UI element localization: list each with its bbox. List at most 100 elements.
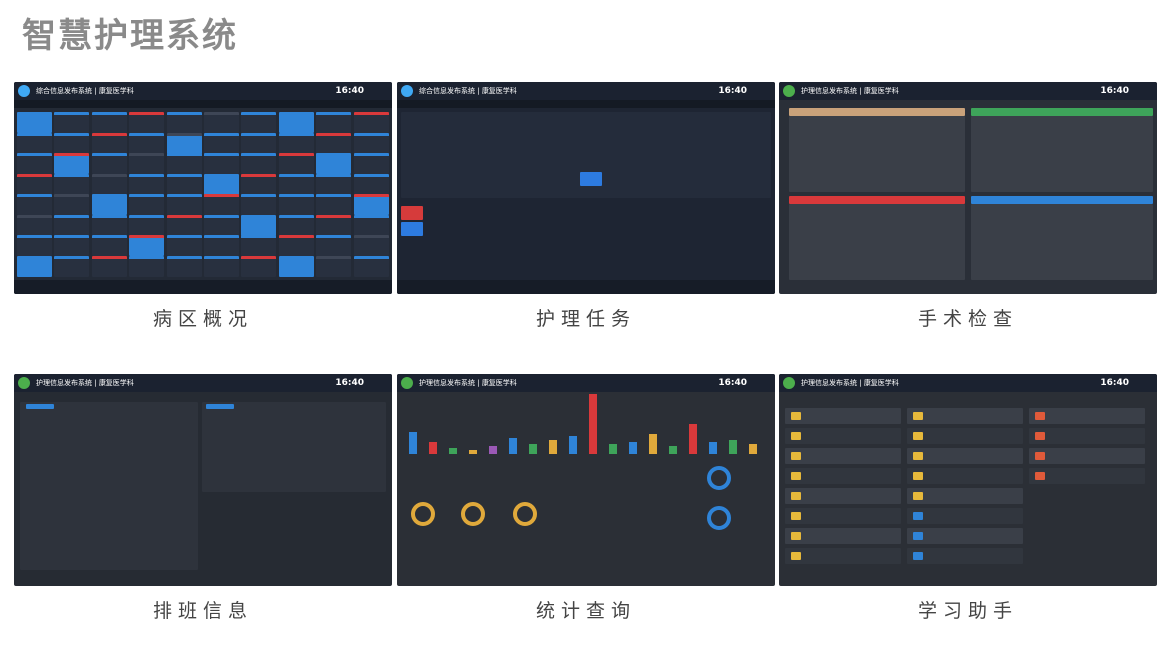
bed-card — [166, 173, 202, 195]
folder-icon — [1035, 472, 1045, 480]
bed-card — [204, 112, 239, 133]
bed-card — [17, 153, 52, 174]
stat-bar — [429, 442, 437, 454]
bed-card — [54, 194, 90, 215]
file-row — [1029, 468, 1145, 484]
app-logo-icon — [18, 85, 30, 97]
folder-icon — [913, 412, 923, 420]
file-row — [907, 528, 1023, 544]
screenshot-card-surgery-exam[interactable]: 护理信息发布系统 | 康复医学科 16:40 手术检查 — [779, 82, 1157, 330]
bed-card — [166, 132, 202, 154]
bed-card — [91, 235, 127, 256]
bed-card — [54, 214, 90, 236]
card-caption: 排班信息 — [152, 600, 253, 622]
bed-card — [241, 214, 277, 236]
folder-icon — [791, 412, 801, 420]
app-logo-icon — [401, 85, 413, 97]
screen-header: 护理信息发布系统 | 康复医学科 16:40 — [397, 374, 775, 392]
panel-header-green — [971, 108, 1153, 116]
card-caption: 手术检查 — [917, 308, 1018, 330]
bed-card — [278, 255, 314, 277]
task-highlight — [401, 206, 423, 220]
folder-icon — [791, 492, 801, 500]
bed-card — [129, 194, 165, 215]
panel-header-blue — [971, 196, 1153, 204]
bed-card — [316, 153, 352, 174]
folder-icon — [1035, 412, 1045, 420]
bed-card — [129, 173, 165, 195]
bed-card — [353, 235, 389, 256]
app-logo-icon — [18, 377, 30, 389]
stat-bar — [669, 446, 677, 454]
bed-card — [353, 132, 389, 154]
bed-card — [241, 235, 277, 256]
clock: 16:40 — [335, 86, 364, 96]
dept-name: 康复医学科 — [863, 87, 899, 95]
bottom-toolbar — [14, 280, 392, 294]
bottom-toolbar — [397, 280, 775, 294]
clock: 16:40 — [718, 86, 747, 96]
task-highlight — [401, 222, 423, 236]
app-logo-icon — [783, 377, 795, 389]
bed-card — [91, 214, 127, 236]
app-title: 护理信息发布系统 — [419, 379, 475, 387]
bed-card — [166, 255, 202, 277]
folder-icon — [913, 492, 923, 500]
donut-icon — [461, 502, 485, 526]
stat-bar — [689, 424, 697, 454]
folder-icon — [791, 452, 801, 460]
file-row — [785, 428, 901, 444]
bed-card — [241, 153, 277, 174]
bed-card — [166, 235, 202, 256]
bed-card — [54, 153, 90, 174]
bed-card — [353, 112, 389, 133]
notice-bar — [397, 100, 775, 108]
clock: 16:40 — [1100, 378, 1129, 388]
bed-card — [54, 132, 90, 154]
stat-bar — [629, 442, 637, 454]
dept-name: 康复医学科 — [481, 379, 517, 387]
stat-bar — [729, 440, 737, 454]
tag-blue — [26, 404, 54, 409]
tag-blue — [206, 404, 234, 409]
bed-card — [91, 132, 127, 154]
bed-card — [91, 255, 127, 277]
app-title: 护理信息发布系统 — [801, 87, 857, 95]
stat-bar — [409, 432, 417, 454]
screenshot-card-schedule[interactable]: 护理信息发布系统 | 康复医学科 16:40 排班信息 — [14, 374, 392, 622]
clock: 16:40 — [718, 378, 747, 388]
bed-card — [54, 173, 90, 195]
screenshot-card-learning-assistant[interactable]: 护理信息发布系统 | 康复医学科 16:40 学习助手 — [779, 374, 1157, 622]
bed-card — [166, 194, 202, 215]
bed-card — [91, 112, 127, 133]
bed-card — [204, 255, 239, 277]
stat-bar — [489, 446, 497, 454]
panel-body — [789, 116, 965, 192]
clock: 16:40 — [1100, 86, 1129, 96]
schedule-table-left — [20, 402, 198, 570]
stat-bar — [649, 434, 657, 454]
app-title: 护理信息发布系统 — [801, 379, 857, 387]
schedule-screen: 护理信息发布系统 | 康复医学科 16:40 — [14, 374, 392, 586]
bed-card — [241, 132, 277, 154]
screen-header: 综合信息发布系统 | 康复医学科 16:40 — [14, 82, 392, 100]
screenshot-card-statistics[interactable]: 护理信息发布系统 | 康复医学科 16:40 统计查询 — [397, 374, 775, 622]
bed-card — [241, 173, 277, 195]
stat-bar — [749, 444, 757, 454]
app-logo-icon — [401, 377, 413, 389]
bed-card — [17, 214, 52, 236]
statistics-screen: 护理信息发布系统 | 康复医学科 16:40 — [397, 374, 775, 586]
file-row — [907, 428, 1023, 444]
folder-icon — [913, 532, 923, 540]
bed-card — [166, 153, 202, 174]
bed-card — [316, 255, 352, 277]
bed-card — [129, 235, 165, 256]
dept-name: 康复医学科 — [863, 379, 899, 387]
folder-icon — [791, 432, 801, 440]
file-row — [785, 528, 901, 544]
bed-card — [278, 173, 314, 195]
screenshot-card-nursing-tasks[interactable]: 综合信息发布系统 | 康复医学科 16:40 护理任务 — [397, 82, 775, 330]
screenshot-card-ward-overview[interactable]: 综合信息发布系统 | 康复医学科 16:40 病区概况 — [14, 82, 392, 330]
folder-icon — [791, 552, 801, 560]
folder-icon — [913, 432, 923, 440]
